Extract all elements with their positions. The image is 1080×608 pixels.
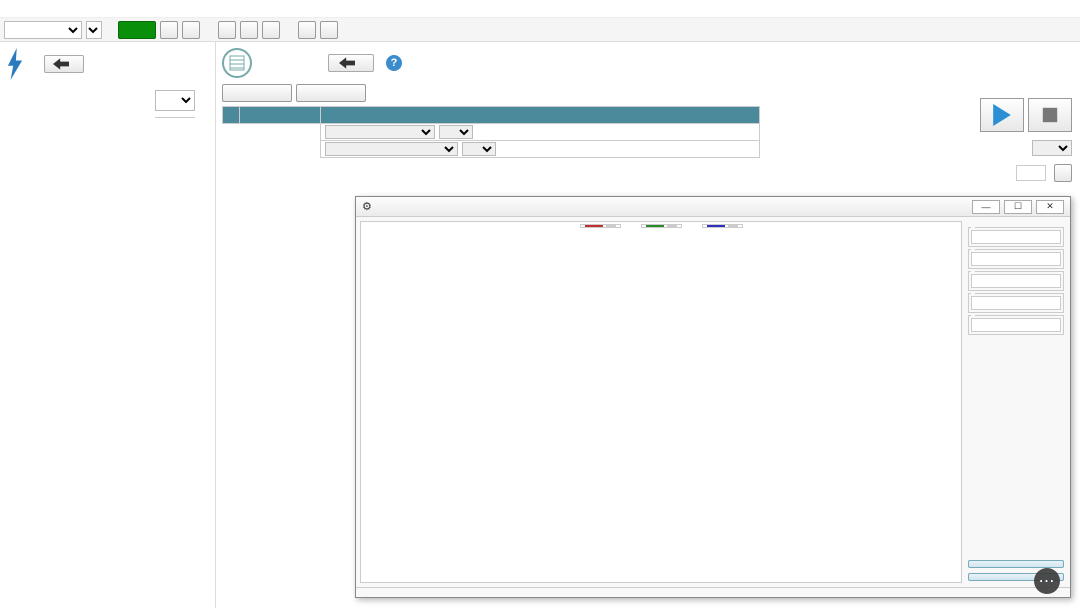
enabled-button[interactable] bbox=[118, 21, 156, 39]
task-nr-select[interactable] bbox=[1032, 140, 1072, 156]
restart-drive-button[interactable] bbox=[320, 21, 338, 39]
idx-header bbox=[222, 106, 240, 124]
time-jdec-input[interactable] bbox=[971, 318, 1061, 332]
selection-menu-button[interactable] bbox=[44, 55, 84, 73]
close-button[interactable]: ✕ bbox=[1036, 200, 1064, 214]
motion-tasks-icon bbox=[222, 48, 252, 78]
stop-button[interactable] bbox=[1028, 98, 1072, 132]
play-button[interactable] bbox=[980, 98, 1024, 132]
menubar bbox=[0, 0, 1080, 18]
arrow-left-icon bbox=[339, 57, 355, 69]
power-icon bbox=[6, 48, 24, 80]
erase-eeprom-button[interactable] bbox=[240, 21, 258, 39]
help-icon[interactable]: ? bbox=[386, 55, 402, 71]
controls-right bbox=[980, 98, 1072, 182]
mode-select[interactable] bbox=[4, 21, 82, 39]
task-table bbox=[222, 106, 1074, 158]
set-button[interactable] bbox=[1054, 164, 1072, 182]
command-header bbox=[239, 106, 321, 124]
save-eeprom-button[interactable] bbox=[218, 21, 236, 39]
state-select[interactable] bbox=[325, 142, 458, 156]
clear-errors-button[interactable] bbox=[298, 21, 316, 39]
override-input[interactable] bbox=[1016, 165, 1046, 181]
maximize-button[interactable]: ☐ bbox=[1004, 200, 1032, 214]
chopper-threshold-value bbox=[155, 115, 195, 118]
main-menu-button[interactable] bbox=[328, 54, 374, 72]
profile-designer-dialog: ⚙ — ☐ ✕ bbox=[355, 196, 1071, 598]
opmode-select[interactable] bbox=[325, 125, 435, 139]
disconnect-button[interactable] bbox=[262, 21, 280, 39]
profile-data-panel bbox=[356, 587, 1070, 597]
save-button[interactable] bbox=[296, 84, 366, 102]
time-acc-input[interactable] bbox=[971, 230, 1061, 244]
chart-legend bbox=[361, 222, 961, 230]
profile-chart bbox=[361, 230, 961, 572]
load-button[interactable] bbox=[222, 84, 292, 102]
dialog-titlebar[interactable]: ⚙ — ☐ ✕ bbox=[356, 197, 1070, 217]
mode-arrow[interactable] bbox=[86, 21, 102, 39]
time-vel-input[interactable] bbox=[971, 274, 1061, 288]
toolbar bbox=[0, 18, 1080, 42]
quick-stop-button[interactable] bbox=[160, 21, 178, 39]
left-panel bbox=[0, 42, 216, 608]
update-close-button[interactable] bbox=[968, 573, 1064, 581]
chart-box bbox=[360, 221, 962, 583]
profile-timing-panel bbox=[966, 221, 1066, 583]
param-row-1 bbox=[320, 140, 760, 158]
draw-button[interactable] bbox=[968, 560, 1064, 568]
minimize-button[interactable]: — bbox=[972, 200, 1000, 214]
next-select-0[interactable] bbox=[439, 125, 473, 139]
gear-icon: ⚙ bbox=[362, 200, 372, 213]
time-dec-input[interactable] bbox=[971, 252, 1061, 266]
parameter-header bbox=[320, 106, 760, 124]
halt-button[interactable] bbox=[182, 21, 200, 39]
param-row-0 bbox=[320, 123, 760, 141]
next-select-1[interactable] bbox=[462, 142, 496, 156]
arrow-left-icon bbox=[53, 58, 69, 70]
time-jacc-input[interactable] bbox=[971, 296, 1061, 310]
chopper-control-select[interactable] bbox=[155, 90, 195, 111]
